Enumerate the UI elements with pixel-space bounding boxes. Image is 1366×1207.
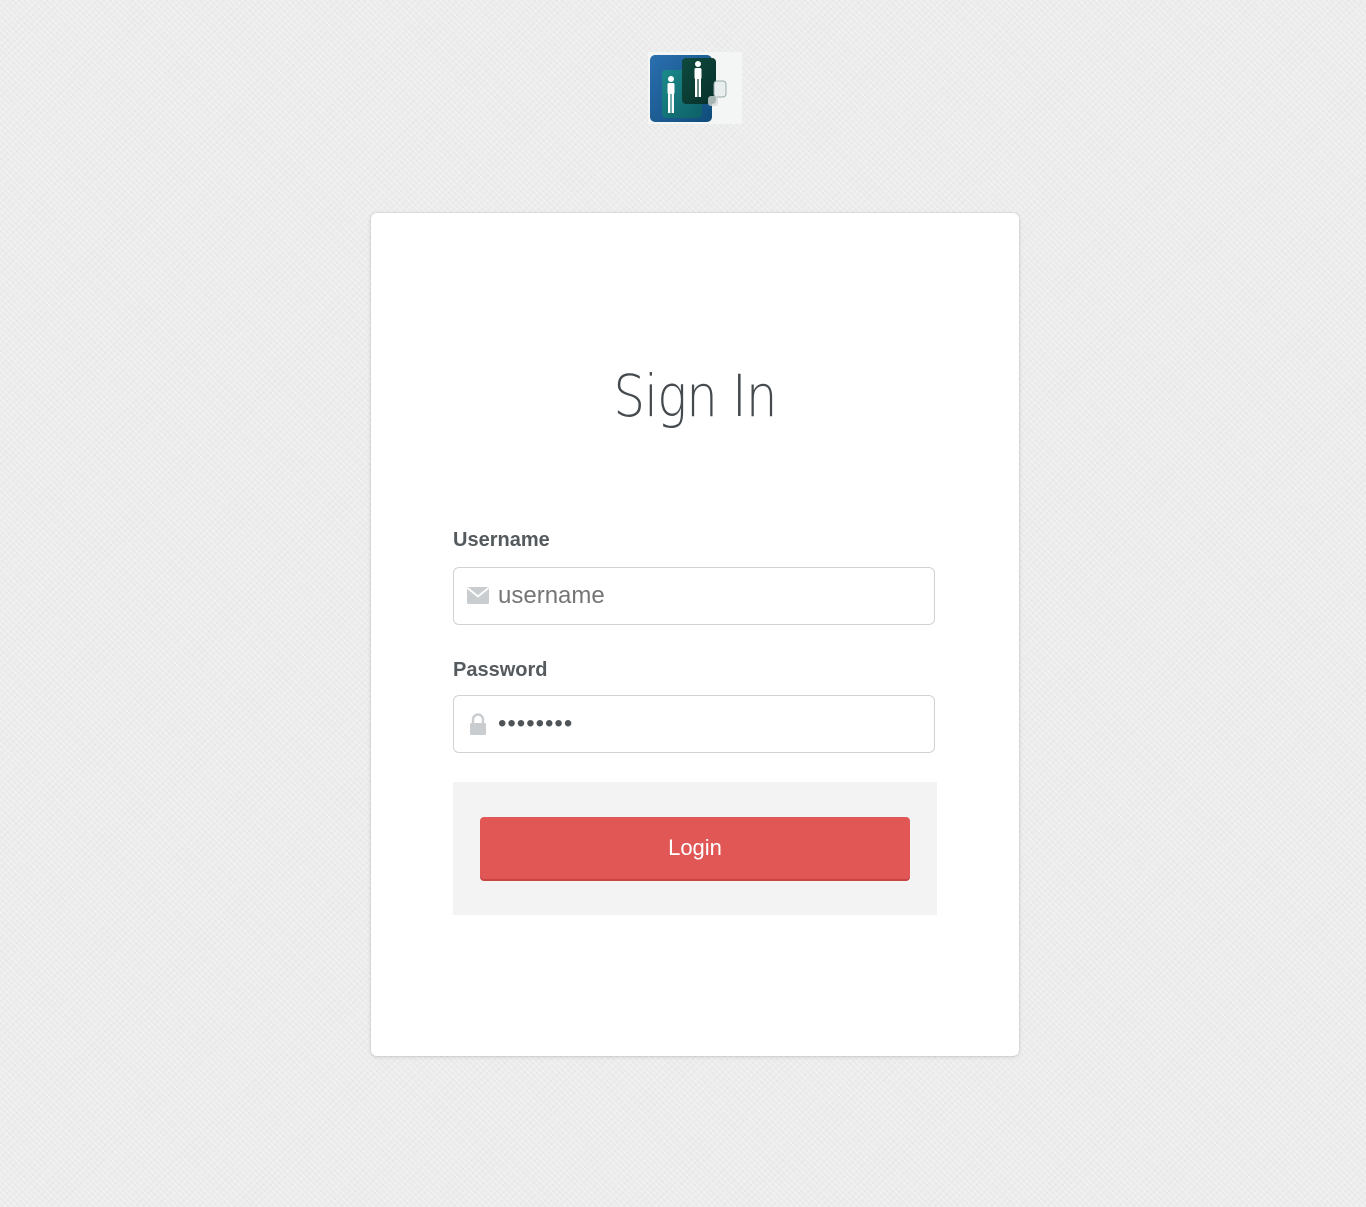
form-actions: Login <box>453 782 937 915</box>
username-input[interactable] <box>498 568 918 623</box>
envelope-icon <box>467 587 489 604</box>
people-logo-icon <box>650 55 727 122</box>
page-title: Sign In <box>613 362 777 430</box>
username-label: Username <box>453 529 550 551</box>
login-button[interactable]: Login <box>480 817 910 879</box>
app-logo <box>648 52 742 124</box>
password-input[interactable] <box>498 696 918 751</box>
signin-card: Sign In Username Password Login <box>371 213 1019 1056</box>
lock-icon <box>470 713 486 735</box>
password-label: Password <box>453 659 548 681</box>
password-field[interactable] <box>453 695 935 753</box>
username-field[interactable] <box>453 567 935 625</box>
